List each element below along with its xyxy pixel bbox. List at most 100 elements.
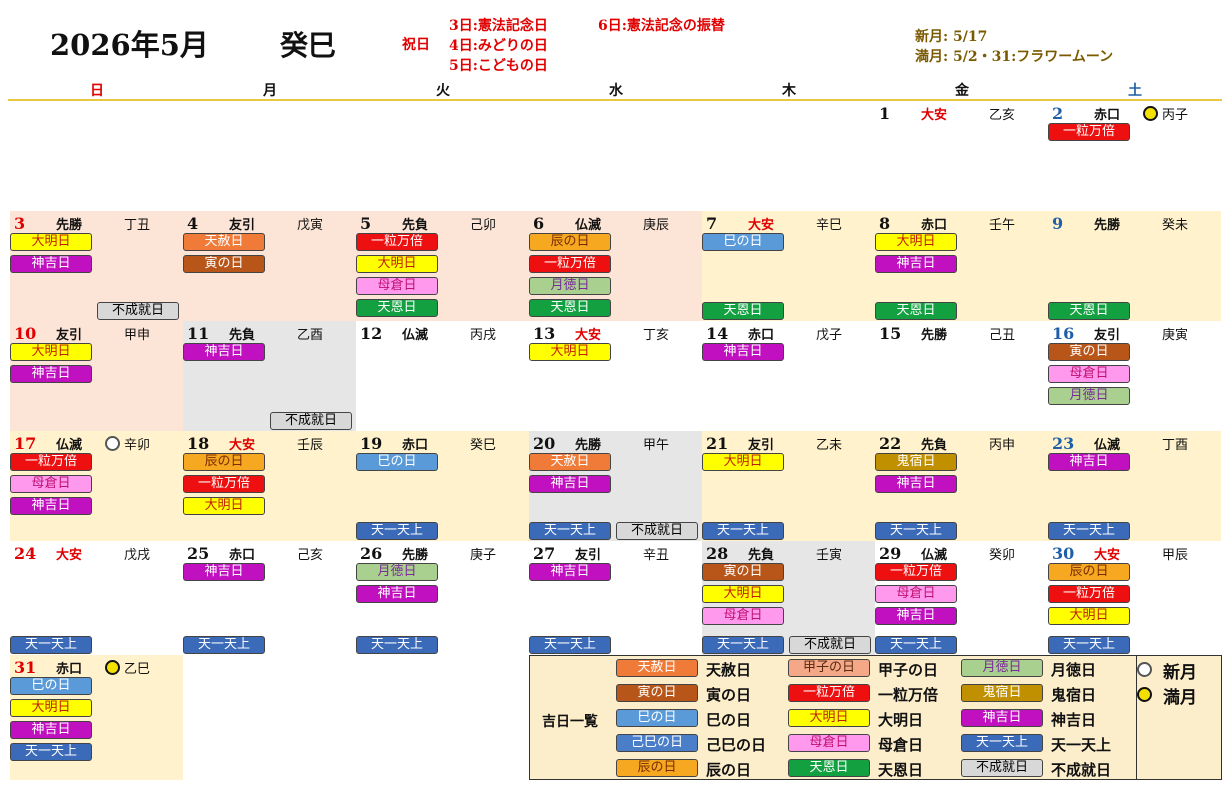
day-cell-19[interactable]: 19 赤口 癸巳 巳の日 天一天上	[356, 431, 529, 541]
day-cell-3[interactable]: 3 先勝 丁丑 大明日 神吉日 不成就日	[10, 211, 183, 321]
legend-item-label: 月徳日	[1051, 661, 1097, 679]
tag-不成就日: 不成就日	[270, 412, 352, 430]
day-cell-16[interactable]: 16 友引 庚寅 寅の日 母倉日 月徳日	[1048, 321, 1221, 431]
day-kanshi: 壬寅	[816, 548, 843, 563]
day-cell-31[interactable]: 31 赤口 乙巳 巳の日 大明日 神吉日 天一天上	[10, 655, 183, 780]
weekday-5: 金	[955, 83, 969, 99]
day-cell-6[interactable]: 6 仏滅 庚辰 辰の日 一粒万倍 月徳日 天恩日	[529, 211, 702, 321]
legend-item-label: 天恩日	[878, 761, 924, 779]
day-cell-12[interactable]: 12 仏滅 丙戌	[356, 321, 529, 431]
tag-辰の日: 辰の日	[1048, 563, 1130, 581]
tag-一粒万倍: 一粒万倍	[1048, 585, 1130, 603]
day-kanshi: 壬午	[989, 218, 1016, 233]
day-cell-7[interactable]: 7 大安 辛巳 巳の日 天恩日	[702, 211, 875, 321]
legend-item: 天一天上 天一天上	[961, 733, 1177, 754]
tag-一粒万倍: 一粒万倍	[875, 563, 957, 581]
day-cell-2[interactable]: 2 赤口 丙子 一粒万倍	[1048, 101, 1221, 211]
full-moon-icon	[1143, 106, 1158, 121]
month-kanshi: 癸巳	[280, 29, 337, 62]
day-cell-29[interactable]: 29 仏滅 癸卯 一粒万倍 母倉日 神吉日 天一天上	[875, 541, 1048, 655]
legend-item-label: 甲子の日	[878, 661, 939, 679]
tag-大明日: 大明日	[875, 233, 957, 251]
tag-大明日: 大明日	[529, 343, 611, 361]
day-cell-11[interactable]: 11 先負 乙酉 神吉日 不成就日	[183, 321, 356, 431]
legend-item: 神吉日 神吉日	[961, 708, 1177, 729]
tag-大明日: 大明日	[10, 699, 92, 717]
tag-天恩日: 天恩日	[702, 302, 784, 320]
tag-天一天上: 天一天上	[529, 636, 611, 654]
rokuyo: 大安	[748, 218, 775, 233]
tag-天恩日: 天恩日	[356, 299, 438, 317]
day-cell-24[interactable]: 24 大安 戊戌 天一天上	[10, 541, 183, 655]
day-kanshi: 丙戌	[470, 328, 497, 343]
day-cell-22[interactable]: 22 先負 丙申 鬼宿日 神吉日 天一天上	[875, 431, 1048, 541]
day-number: 11	[187, 324, 210, 343]
day-kanshi: 癸卯	[989, 548, 1016, 563]
tag-寅の日: 寅の日	[1048, 343, 1130, 361]
full-moon-info: 満月: 5/2・31:フラワームーン	[915, 49, 1114, 65]
tag-天一天上: 天一天上	[10, 636, 92, 654]
day-number: 4	[187, 214, 199, 233]
day-cell-23[interactable]: 23 仏滅 丁酉 神吉日 天一天上	[1048, 431, 1221, 541]
day-cell-21[interactable]: 21 友引 乙未 大明日 天一天上	[702, 431, 875, 541]
legend-item-label: 一粒万倍	[878, 686, 939, 704]
legend-item-label: 巳の日	[706, 711, 752, 729]
day-number: 2	[1052, 104, 1064, 123]
day-cell-10[interactable]: 10 友引 甲申 大明日 神吉日	[10, 321, 183, 431]
weekday-6: 土	[1128, 83, 1142, 99]
day-kanshi: 辛巳	[816, 218, 843, 233]
legend-new-moon: 新月	[1135, 658, 1225, 683]
day-cell-28[interactable]: 28 先負 壬寅 寅の日 大明日 母倉日 天一天上 不成就日	[702, 541, 875, 655]
day-number: 16	[1052, 324, 1075, 343]
day-kanshi: 庚辰	[643, 218, 670, 233]
tag-天恩日: 天恩日	[788, 759, 870, 777]
day-cell-14[interactable]: 14 赤口 戊子 神吉日	[702, 321, 875, 431]
day-cell-13[interactable]: 13 大安 丁亥 大明日	[529, 321, 702, 431]
weekday-0: 日	[90, 83, 104, 99]
day-kanshi: 庚寅	[1162, 328, 1189, 343]
tag-神吉日: 神吉日	[183, 563, 265, 581]
day-cell-17[interactable]: 17 仏滅 辛卯 一粒万倍 母倉日 神吉日	[10, 431, 183, 541]
tag-一粒万倍: 一粒万倍	[10, 453, 92, 471]
tag-神吉日: 神吉日	[10, 721, 92, 739]
tag-月徳日: 月徳日	[356, 563, 438, 581]
day-number: 7	[706, 214, 718, 233]
day-kanshi: 乙亥	[989, 108, 1016, 123]
tag-天一天上: 天一天上	[183, 636, 265, 654]
rokuyo: 仏滅	[56, 438, 83, 453]
day-kanshi: 乙巳	[124, 662, 151, 677]
legend-moon-label: 満月	[1163, 688, 1197, 708]
day-cell-18[interactable]: 18 大安 壬辰 辰の日 一粒万倍 大明日	[183, 431, 356, 541]
day-cell-30[interactable]: 30 大安 甲辰 辰の日 一粒万倍 大明日 天一天上	[1048, 541, 1221, 655]
day-kanshi: 辛卯	[124, 438, 151, 453]
day-cell-4[interactable]: 4 友引 戊寅 天赦日 寅の日	[183, 211, 356, 321]
day-cell-1[interactable]: 1 大安 乙亥	[875, 101, 1048, 211]
legend-item-label: 神吉日	[1051, 711, 1097, 729]
day-number: 1	[879, 104, 891, 123]
day-kanshi: 丁丑	[124, 218, 151, 233]
tag-神吉日: 神吉日	[875, 255, 957, 273]
tag-大明日: 大明日	[356, 255, 438, 273]
day-cell-27[interactable]: 27 友引 辛丑 神吉日 天一天上	[529, 541, 702, 655]
legend-item-label: 辰の日	[706, 761, 752, 779]
weekday-4: 木	[782, 83, 796, 99]
rokuyo: 赤口	[229, 548, 256, 563]
day-number: 29	[879, 544, 902, 563]
rokuyo: 赤口	[56, 662, 83, 677]
holiday-item: 6日:憲法記念の振替	[598, 18, 725, 34]
day-cell-5[interactable]: 5 先負 己卯 一粒万倍 大明日 母倉日 天恩日	[356, 211, 529, 321]
day-number: 18	[187, 434, 210, 453]
tag-大明日: 大明日	[10, 343, 92, 361]
day-cell-25[interactable]: 25 赤口 己亥 神吉日 天一天上	[183, 541, 356, 655]
day-cell-20[interactable]: 20 先勝 甲午 天赦日 神吉日 天一天上 不成就日	[529, 431, 702, 541]
legend-full-moon: 満月	[1135, 683, 1225, 708]
day-number: 14	[706, 324, 729, 343]
day-cell-8[interactable]: 8 赤口 壬午 大明日 神吉日 天恩日	[875, 211, 1048, 321]
holiday-label: 祝日	[402, 37, 430, 53]
day-number: 6	[533, 214, 545, 233]
rokuyo: 先勝	[921, 328, 948, 343]
day-cell-15[interactable]: 15 先勝 己丑	[875, 321, 1048, 431]
rokuyo: 先勝	[402, 548, 429, 563]
day-cell-9[interactable]: 9 先勝 癸未 天恩日	[1048, 211, 1221, 321]
day-cell-26[interactable]: 26 先勝 庚子 月徳日 神吉日 天一天上	[356, 541, 529, 655]
